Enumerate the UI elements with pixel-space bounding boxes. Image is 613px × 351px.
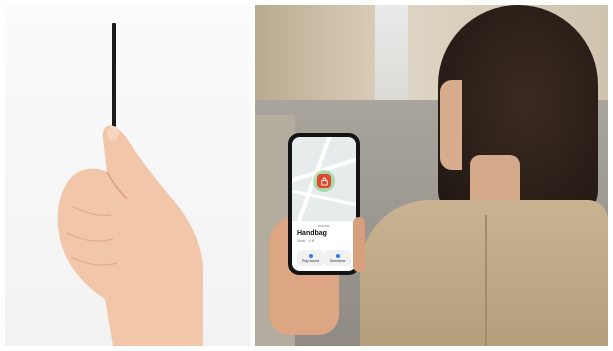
play-sound-label: Play sound: [301, 258, 320, 263]
action-row: Play sound Directions: [297, 250, 351, 266]
sheet-handle[interactable]: [318, 225, 330, 227]
jacket-seam: [485, 215, 487, 346]
face-profile: [440, 80, 462, 170]
directions-button[interactable]: Directions: [324, 250, 351, 266]
play-sound-button[interactable]: Play sound: [297, 250, 324, 266]
phone-screen: Handbag Now · 0 ft Play sound Directions: [292, 137, 356, 271]
phone: Handbag Now · 0 ft Play sound Directions: [288, 133, 360, 275]
item-subtitle: Now · 0 ft: [297, 238, 315, 243]
directions-icon: [335, 253, 340, 258]
finger: [353, 217, 365, 272]
item-title: Handbag: [297, 230, 327, 237]
bag-pin-icon[interactable]: [317, 174, 331, 188]
right-photo: Handbag Now · 0 ft Play sound Directions: [255, 5, 608, 346]
item-sheet: Handbag Now · 0 ft Play sound Directions: [292, 221, 356, 271]
left-photo: [5, 5, 250, 346]
jacket: [360, 200, 608, 346]
speaker-icon: [308, 253, 313, 258]
hand-holding-card: [57, 125, 203, 346]
map-view[interactable]: [292, 137, 356, 225]
directions-label: Directions: [329, 258, 346, 263]
